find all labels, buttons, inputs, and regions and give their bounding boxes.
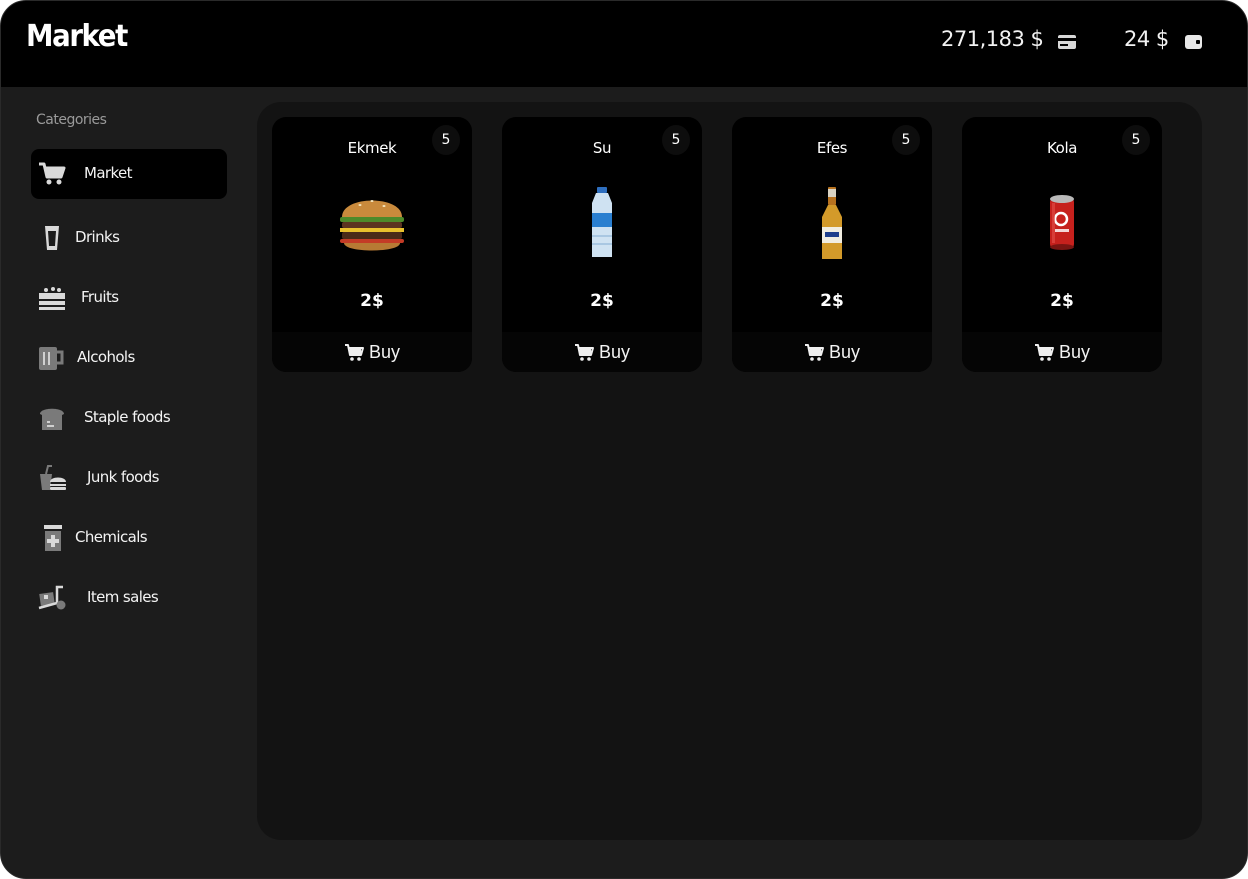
sidebar-item-label: Junk foods — [87, 468, 159, 486]
sidebar-item-label: Alcohols — [77, 348, 135, 366]
product-price: 2$ — [1050, 291, 1074, 311]
burger-soda-icon — [40, 465, 66, 490]
buy-button-label: Buy — [828, 341, 861, 362]
beer-bottle-image — [822, 187, 842, 259]
sidebar-item-item-sales[interactable]: Item sales — [31, 573, 227, 623]
buy-button-label: Buy — [598, 341, 631, 362]
sidebar-item-fruits[interactable]: Fruits — [31, 273, 227, 323]
buy-button[interactable]: Buy — [962, 332, 1162, 372]
bread-icon — [40, 408, 64, 430]
fruit-basket-icon — [39, 287, 65, 310]
sidebar-item-label: Item sales — [87, 588, 159, 606]
market-window: Market 271,183 $ 24 $ Categories Market … — [0, 0, 1248, 879]
product-card-efes: Efes 5 2$ Buy — [732, 117, 932, 372]
sidebar-item-alcohols[interactable]: Alcohols — [31, 333, 227, 383]
water-bottle-image — [592, 187, 612, 257]
sidebar-item-market[interactable]: Market — [31, 149, 227, 199]
wallet-icon — [1185, 35, 1202, 49]
burger-image — [340, 200, 404, 251]
product-card-ekmek: Ekmek 5 2$ Buy — [272, 117, 472, 372]
product-card-kola: Kola 5 2$ Buy — [962, 117, 1162, 372]
buy-button[interactable]: Buy — [272, 332, 472, 372]
buy-button-label: Buy — [1058, 341, 1091, 362]
cart-icon — [804, 343, 824, 361]
sidebar-item-chemicals[interactable]: Chemicals — [31, 513, 227, 563]
sidebar-item-drinks[interactable]: Drinks — [31, 213, 227, 263]
header-bar: Market 271,183 $ 24 $ — [1, 1, 1247, 87]
product-card-su: Su 5 2$ Buy — [502, 117, 702, 372]
categories-heading: Categories — [36, 112, 107, 128]
buy-button-label: Buy — [368, 341, 401, 362]
beer-mug-icon — [39, 347, 64, 370]
buy-button[interactable]: Buy — [732, 332, 932, 372]
bank-balance: 271,183 $ — [941, 27, 1044, 51]
cash-balance: 24 $ — [1124, 27, 1169, 51]
credit-card-icon — [1058, 35, 1076, 49]
product-price: 2$ — [820, 291, 844, 311]
cart-icon — [574, 343, 594, 361]
product-stock-badge: 5 — [892, 125, 920, 155]
cart-icon — [1034, 343, 1054, 361]
sidebar-item-label: Fruits — [81, 288, 119, 306]
cart-icon — [39, 162, 66, 185]
product-stock-badge: 5 — [432, 125, 460, 155]
product-price: 2$ — [590, 291, 614, 311]
sidebar-item-label: Staple foods — [84, 408, 171, 426]
cola-can-image — [1050, 195, 1074, 250]
page-title: Market — [26, 19, 128, 54]
sidebar-item-label: Chemicals — [75, 528, 148, 546]
product-stock-badge: 5 — [662, 125, 690, 155]
glass-icon — [45, 226, 59, 250]
cart-icon — [344, 343, 364, 361]
medicine-bottle-icon — [44, 525, 62, 551]
product-price: 2$ — [360, 291, 384, 311]
hand-truck-icon — [38, 585, 66, 610]
sidebar-item-label: Drinks — [75, 228, 120, 246]
buy-button[interactable]: Buy — [502, 332, 702, 372]
sidebar-item-junk-foods[interactable]: Junk foods — [31, 453, 227, 503]
sidebar-item-label: Market — [84, 164, 133, 182]
sidebar-item-staple-foods[interactable]: Staple foods — [31, 393, 227, 443]
product-stock-badge: 5 — [1122, 125, 1150, 155]
